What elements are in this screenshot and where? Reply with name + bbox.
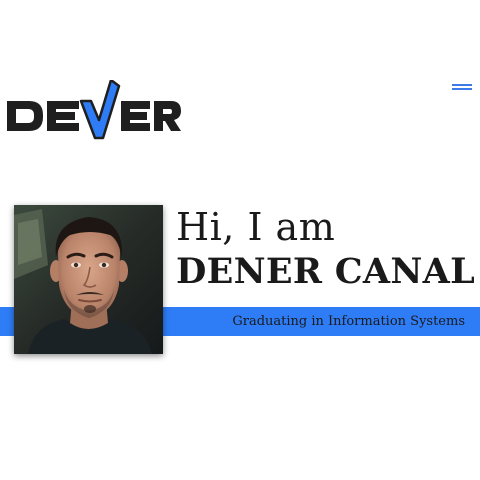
profile-photo <box>14 205 163 354</box>
hamburger-menu-icon <box>452 84 472 86</box>
logo-letter-v <box>79 80 121 140</box>
hero-name: DENER CANAL <box>176 251 476 292</box>
hamburger-menu-bar <box>452 88 472 90</box>
hero-greeting: Hi, I am <box>176 205 336 249</box>
logo-letter-r <box>154 101 181 131</box>
menu-button[interactable] <box>446 78 476 96</box>
logo-letter-e <box>47 101 79 131</box>
logo-letter-e2 <box>121 101 150 131</box>
logo-letter-d <box>7 101 43 131</box>
hero-subtitle: Graduating in Information Systems <box>232 314 465 329</box>
site-logo[interactable] <box>7 80 181 142</box>
